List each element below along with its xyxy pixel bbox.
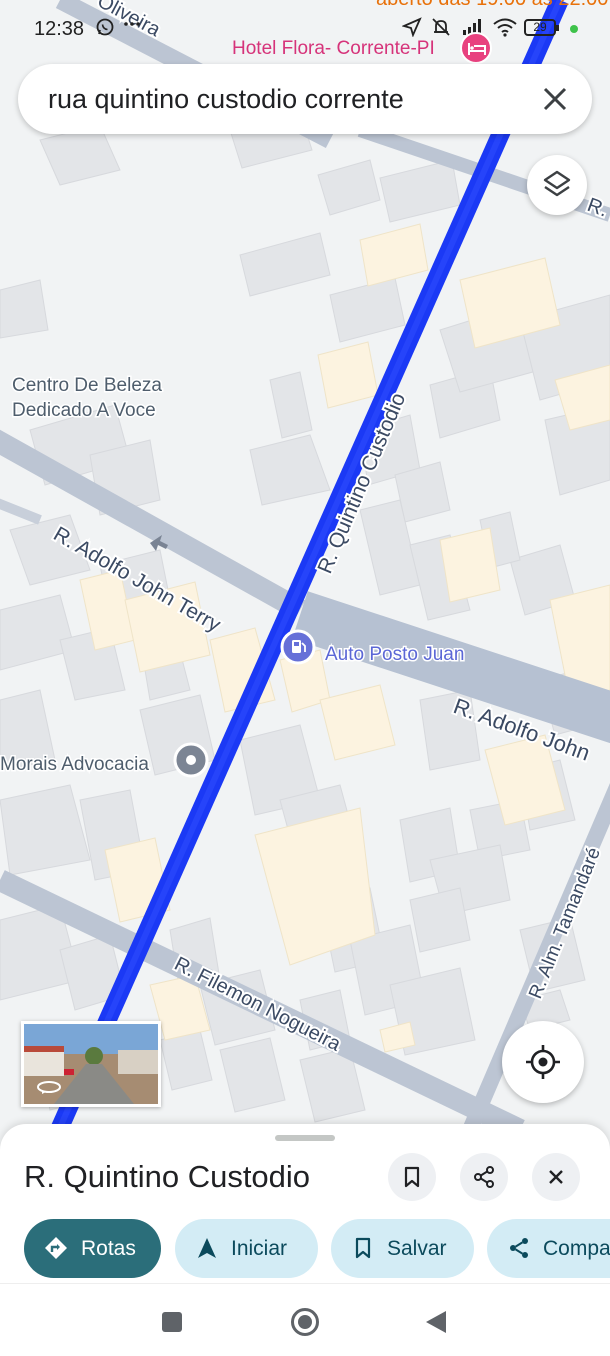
more-notifications-icon xyxy=(122,14,142,39)
screen: R. Quintino Custodio R. Adolfo John Terr… xyxy=(0,0,610,1356)
close-icon xyxy=(549,1170,563,1184)
wifi-icon xyxy=(492,17,518,42)
search-query[interactable]: rua quintino custodio corrente xyxy=(48,84,404,115)
directions-label: Rotas xyxy=(81,1237,136,1260)
share-icon xyxy=(510,1238,528,1258)
directions-button[interactable]: Rotas xyxy=(24,1219,161,1278)
clear-search-button[interactable] xyxy=(538,82,572,116)
battery-icon: 29 xyxy=(524,19,559,36)
privacy-indicator xyxy=(570,25,578,33)
place-title: R. Quintino Custodio xyxy=(24,1159,311,1194)
status-time: 12:38 xyxy=(34,18,85,40)
rotate-360-icon xyxy=(37,1081,61,1094)
place-pin-icon[interactable] xyxy=(173,742,209,778)
layers-button[interactable] xyxy=(527,155,587,215)
share-chip-button[interactable]: Compartilhar xyxy=(487,1219,610,1278)
close-sheet-button[interactable] xyxy=(532,1153,580,1201)
close-icon xyxy=(543,87,567,111)
start-label: Iniciar xyxy=(231,1237,288,1260)
whatsapp-icon xyxy=(95,17,115,42)
poi-label-auto-posto[interactable]: Auto Posto Juan xyxy=(324,643,466,667)
back-button[interactable] xyxy=(425,1310,447,1334)
bookmark-icon xyxy=(355,1237,371,1259)
directions-icon xyxy=(45,1237,67,1259)
bookmark-button[interactable] xyxy=(388,1153,436,1201)
hours-text: aberto das 19:00 às 22:00 xyxy=(376,0,608,11)
home-button[interactable] xyxy=(290,1307,320,1337)
status-bar: aberto das 19:00 às 22:00 12:38 29 Hotel… xyxy=(0,0,610,64)
save-label: Salvar xyxy=(387,1237,447,1260)
poi-label-morais-advocacia[interactable]: Morais Advocacia xyxy=(0,753,151,777)
my-location-button[interactable] xyxy=(502,1021,584,1103)
layers-icon xyxy=(543,170,571,197)
share-icon xyxy=(474,1166,494,1188)
search-bar[interactable]: rua quintino custodio corrente xyxy=(18,64,592,134)
poi-label-hotel[interactable]: Hotel Flora- Corrente-PI xyxy=(232,38,435,60)
share-label: Compartilhar xyxy=(543,1237,610,1260)
crosshair-icon xyxy=(526,1045,560,1079)
hotel-pin-icon[interactable] xyxy=(460,32,492,64)
system-navigation-bar xyxy=(0,1283,610,1356)
bookmark-icon xyxy=(404,1166,420,1188)
poi-label-centro-beleza-2[interactable]: Dedicado A Voce xyxy=(11,399,158,423)
start-button[interactable]: Iniciar xyxy=(175,1219,318,1278)
save-button[interactable]: Salvar xyxy=(331,1219,474,1278)
navigation-arrow-icon xyxy=(198,1238,216,1258)
share-button[interactable] xyxy=(460,1153,508,1201)
recents-button[interactable] xyxy=(161,1311,183,1333)
street-view-thumbnail[interactable] xyxy=(21,1021,161,1107)
gas-station-pin-icon[interactable] xyxy=(280,629,316,665)
poi-label-centro-beleza-1[interactable]: Centro De Beleza xyxy=(11,374,164,398)
drag-handle[interactable] xyxy=(275,1135,335,1141)
